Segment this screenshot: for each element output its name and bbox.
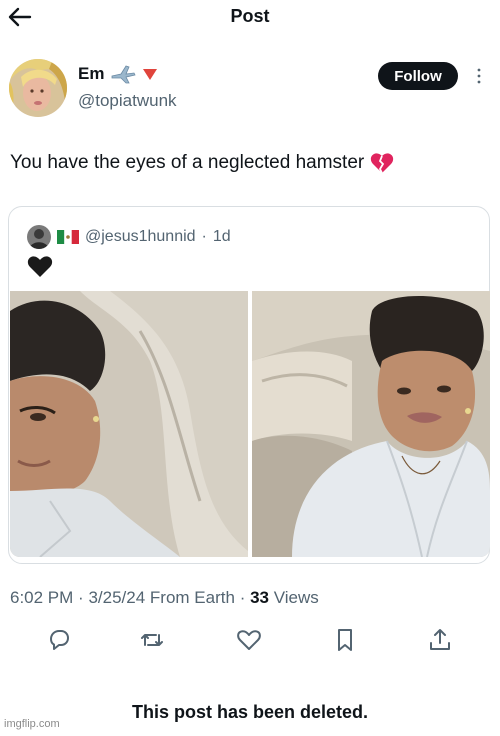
broken-heart-icon (371, 153, 394, 174)
quoted-photo-2[interactable] (252, 291, 490, 557)
watermark: imgflip.com (4, 718, 60, 730)
avatar[interactable] (9, 59, 67, 117)
views-label: Views (273, 588, 319, 607)
airplane-emoji-icon (112, 65, 137, 84)
quoted-handle[interactable]: @jesus1hunnid (85, 228, 196, 246)
bookmark-icon[interactable] (331, 626, 359, 654)
photo-image (10, 291, 248, 557)
post-text-row: You have the eyes of a neglected hamster (10, 152, 394, 174)
quoted-header: @jesus1hunnid · 1d (27, 225, 231, 249)
photo-image (252, 291, 490, 557)
mexico-flag-icon (57, 230, 79, 244)
deleted-notice: This post has been deleted. (131, 702, 369, 722)
like-icon[interactable] (235, 626, 263, 654)
black-heart-icon (27, 256, 53, 277)
post-text: You have the eyes of a neglected hamster (10, 152, 365, 173)
action-bar (0, 626, 500, 656)
post-meta: 6:02 PM · 3/25/24 From Earth · 33 Views (10, 588, 319, 608)
post-source: From Earth (149, 588, 235, 607)
post-date: 3/25/24 (88, 588, 146, 607)
page-title: Post (230, 6, 270, 26)
meta-separator: · (239, 588, 246, 607)
author-handle[interactable]: @topiatwunk (78, 91, 177, 111)
quoted-avatar[interactable] (27, 225, 51, 249)
red-triangle-emoji-icon (143, 69, 158, 80)
meta-separator: · (78, 588, 84, 607)
author-name-row: Em (78, 64, 158, 84)
views-count[interactable]: 33 (250, 588, 269, 607)
quoted-post[interactable]: @jesus1hunnid · 1d (8, 206, 490, 564)
author-name[interactable]: Em (78, 64, 104, 84)
more-icon[interactable] (468, 62, 490, 90)
share-icon[interactable] (426, 626, 454, 654)
retweet-icon[interactable] (138, 626, 166, 654)
reply-icon[interactable] (45, 626, 73, 654)
avatar-image (9, 59, 67, 117)
quoted-avatar-image (27, 225, 51, 249)
quoted-separator: · (201, 228, 207, 245)
quoted-photo-1[interactable] (10, 291, 248, 557)
post-time: 6:02 PM (10, 588, 74, 607)
follow-button[interactable]: Follow (378, 62, 458, 90)
quoted-time: 1d (212, 228, 231, 245)
top-bar: Post (0, 0, 500, 36)
